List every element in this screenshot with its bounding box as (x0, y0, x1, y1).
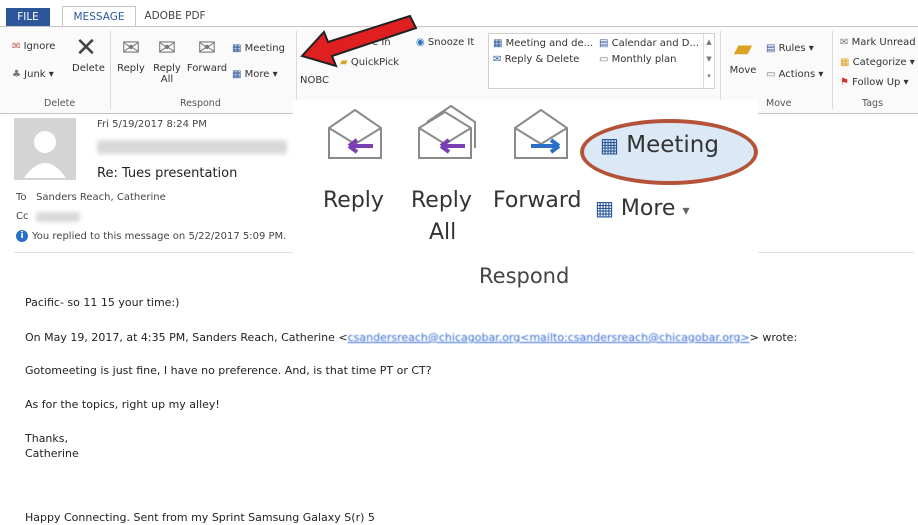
actions-button[interactable]: ▭ Actions ▾ (766, 69, 823, 80)
body-line-7: Happy Connecting. Sent from my Sprint Sa… (25, 511, 375, 524)
quickstep-reply-delete[interactable]: ✉ Reply & Delete (493, 54, 579, 65)
body-line-5: Thanks, (25, 432, 69, 445)
zoom-more-button: ▦ More ▾ (595, 196, 690, 221)
body-line-2: On May 19, 2017, at 4:35 PM, Sanders Rea… (25, 331, 798, 344)
divider (296, 31, 297, 109)
zoom-meeting-label: ▦ Meeting (600, 132, 719, 158)
cc-recipient-redacted (36, 212, 80, 222)
meeting-icon: ▦ (232, 43, 242, 54)
reply-delete-icon: ✉ (493, 54, 502, 65)
divider (832, 31, 833, 109)
meeting-icon: ▦ (493, 38, 503, 49)
email-date: Fri 5/19/2017 8:24 PM (97, 119, 207, 130)
flag-icon: ⚑ (840, 77, 849, 88)
zoom-forward-icon (514, 108, 568, 159)
body-line-6: Catherine (25, 447, 79, 460)
move-group-label: Move (766, 98, 792, 109)
snooze-quickstep[interactable]: ◉ Snooze It (416, 37, 474, 48)
zoom-more-icon: ▦ (595, 196, 614, 220)
more-icon: ▦ (232, 69, 242, 80)
zoom-reply-all-label-2: All (429, 220, 457, 245)
follow-up-button[interactable]: ⚑ Follow Up ▾ (840, 77, 909, 88)
body-line-4: As for the topics, right up my alley! (25, 398, 220, 411)
tab-adobe-pdf[interactable]: ADOBE PDF (140, 6, 210, 26)
body-line-1: Pacific- so 11 15 your time:) (25, 296, 180, 309)
envelope-icon: ✉ (840, 37, 849, 48)
delete-button[interactable]: ✕ Delete (72, 33, 105, 74)
more-button[interactable]: ▦ More ▾ (232, 69, 278, 80)
junk-button[interactable]: ♣ Junk ▾ (12, 69, 54, 80)
sender-name-redacted (97, 140, 287, 154)
zoom-reply-all-label-1: Reply (411, 188, 472, 213)
avatar (14, 118, 76, 180)
to-recipient[interactable]: Sanders Reach, Catherine (36, 192, 166, 203)
categorize-icon: ▦ (840, 57, 850, 68)
zoom-forward-label: Forward (493, 188, 582, 213)
tags-group-label: Tags (862, 98, 884, 109)
reply-all-icon: ✉ (157, 36, 177, 61)
replied-info: You replied to this message on 5/22/2017… (32, 231, 287, 242)
forward-button[interactable]: ✉ Forward (186, 35, 228, 74)
zoom-meeting-icon: ▦ (600, 133, 619, 157)
calendar-icon: ▤ (599, 38, 609, 49)
to-label: To (16, 192, 27, 203)
ignore-icon: ✉ (12, 41, 21, 52)
respond-group-label: Respond (180, 98, 221, 109)
info-icon: i (16, 230, 28, 242)
person-icon (24, 131, 66, 178)
quickstep-calendar-and[interactable]: ▤ Calendar and D... (599, 38, 699, 49)
ribbon-tabs: FILE MESSAGE ADOBE PDF (0, 0, 918, 27)
forward-icon: ✉ (197, 36, 217, 61)
delete-group-label: Delete (44, 98, 76, 109)
gallery-scroll[interactable]: ▲ ▼ ▾ (703, 34, 714, 88)
quick-steps-gallery[interactable]: ▦ Meeting and de... ▤ Calendar and D... … (488, 33, 715, 89)
cc-label: Cc (16, 211, 29, 222)
tab-file[interactable]: FILE (6, 8, 50, 26)
body-line-3: Gotomeeting is just fine, I have no pref… (25, 364, 432, 377)
reply-button[interactable]: ✉ Reply (116, 35, 146, 74)
actions-icon: ▭ (766, 69, 776, 80)
quickstep-meeting-and[interactable]: ▦ Meeting and de... (493, 38, 593, 49)
divider (720, 31, 721, 109)
cc-line: Cc (16, 211, 28, 222)
zoom-reply-all-icon (418, 104, 476, 159)
reply-all-button[interactable]: ✉ Reply All (152, 35, 182, 85)
zoom-respond-label: Respond (479, 264, 570, 288)
email-subject: Re: Tues presentation (97, 166, 238, 181)
zoom-reply-icon (328, 108, 382, 159)
rules-button[interactable]: ▤ Rules ▾ (766, 43, 814, 54)
move-folder-icon: ▰ (733, 34, 753, 62)
rules-icon: ▤ (766, 43, 776, 54)
quickstep-monthly[interactable]: ▭ Monthly plan (599, 54, 676, 65)
mark-unread-button[interactable]: ✉ Mark Unread (840, 37, 916, 48)
to-line: To Sanders Reach, Catherine (16, 192, 166, 203)
junk-icon: ♣ (12, 69, 21, 80)
categorize-button[interactable]: ▦ Categorize ▾ (840, 57, 915, 68)
tab-message[interactable]: MESSAGE (62, 6, 136, 27)
red-arrow-pointer (300, 14, 418, 68)
delete-icon: ✕ (75, 33, 97, 63)
zoom-reply-label: Reply (323, 188, 384, 213)
calendar-icon: ▭ (599, 54, 609, 65)
move-button[interactable]: ▰ Move (728, 31, 758, 76)
meeting-button[interactable]: ▦ Meeting (232, 43, 285, 54)
email-link[interactable]: csandersreach@chicagobar.org<mailto:csan… (348, 331, 750, 344)
reply-icon: ✉ (121, 36, 141, 61)
ignore-button[interactable]: ✉ Ignore (12, 41, 55, 52)
divider (110, 31, 111, 109)
nobc-quickstep[interactable]: NOBC (300, 75, 329, 86)
